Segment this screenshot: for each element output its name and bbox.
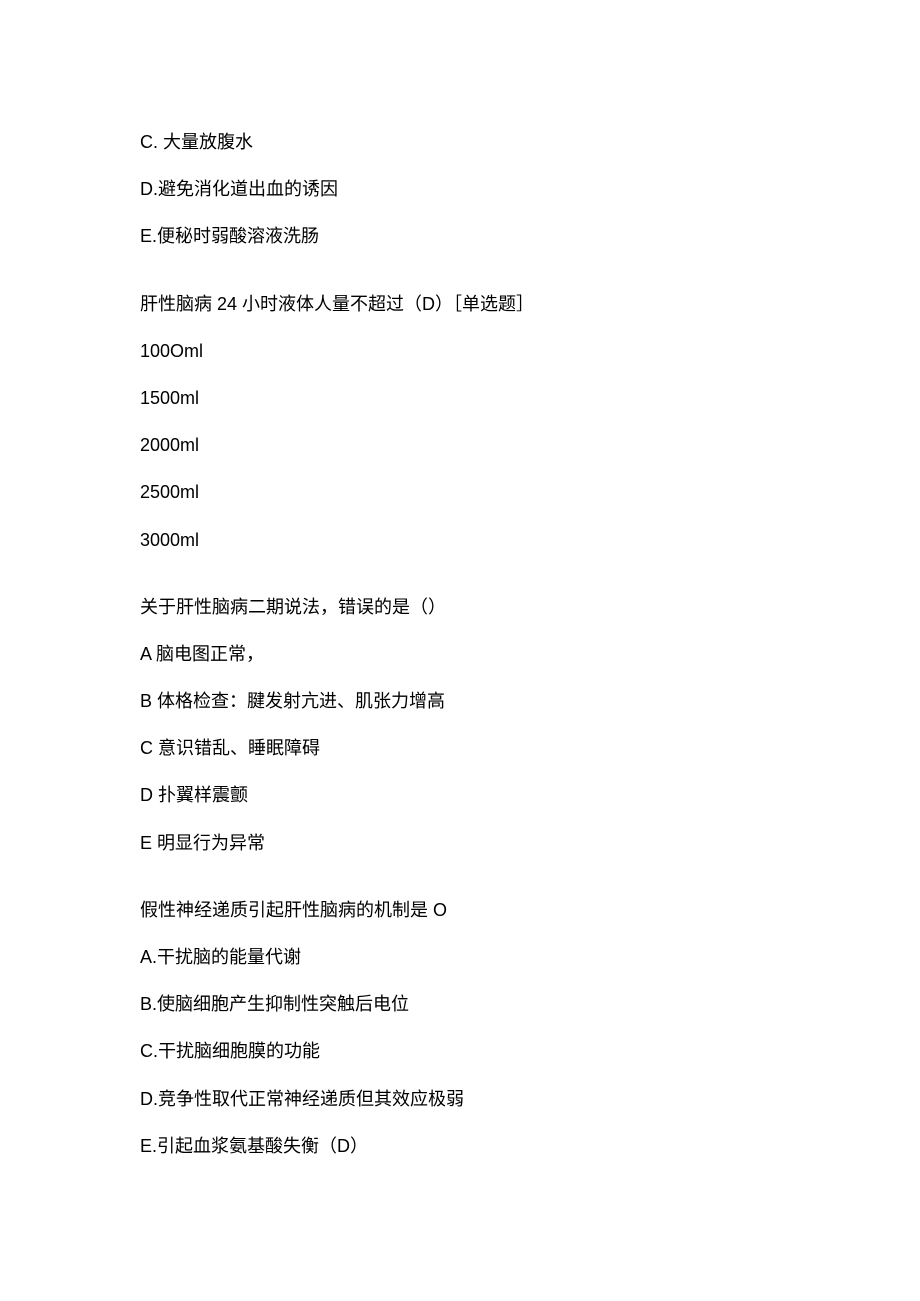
option-d: D 扑翼样震颤: [140, 783, 780, 808]
option-c: C.干扰脑细胞膜的功能: [140, 1039, 780, 1064]
option-4: 2500ml: [140, 480, 780, 505]
option-e: E 明显行为异常: [140, 831, 780, 856]
option-1: 100Oml: [140, 339, 780, 364]
option-c: C 意识错乱、睡眠障碍: [140, 736, 780, 761]
option-e: E.便秘时弱酸溶液洗肠: [140, 224, 780, 249]
option-d: D.竞争性取代正常神经递质但其效应极弱: [140, 1087, 780, 1112]
question-block-2: 肝性脑病 24 小时液体人量不超过（D）［单选题］ 100Oml 1500ml …: [140, 292, 780, 553]
option-b: B 体格检查：腱发射亢进、肌张力增高: [140, 689, 780, 714]
option-d: D.避免消化道出血的诱因: [140, 177, 780, 202]
option-5: 3000ml: [140, 528, 780, 553]
option-c: C. 大量放腹水: [140, 130, 780, 155]
question-block-1: C. 大量放腹水 D.避免消化道出血的诱因 E.便秘时弱酸溶液洗肠: [140, 130, 780, 250]
question-stem: 肝性脑病 24 小时液体人量不超过（D）［单选题］: [140, 292, 780, 317]
question-stem: 假性神经递质引起肝性脑病的机制是 O: [140, 898, 780, 923]
option-a: A.干扰脑的能量代谢: [140, 945, 780, 970]
question-block-3: 关于肝性脑病二期说法，错误的是（） A 脑电图正常， B 体格检查：腱发射亢进、…: [140, 595, 780, 856]
option-a: A 脑电图正常，: [140, 642, 780, 667]
option-e: E.引起血浆氨基酸失衡（D）: [140, 1134, 780, 1159]
question-block-4: 假性神经递质引起肝性脑病的机制是 O A.干扰脑的能量代谢 B.使脑细胞产生抑制…: [140, 898, 780, 1159]
option-2: 1500ml: [140, 386, 780, 411]
option-b: B.使脑细胞产生抑制性突触后电位: [140, 992, 780, 1017]
option-3: 2000ml: [140, 433, 780, 458]
question-stem: 关于肝性脑病二期说法，错误的是（）: [140, 595, 780, 620]
